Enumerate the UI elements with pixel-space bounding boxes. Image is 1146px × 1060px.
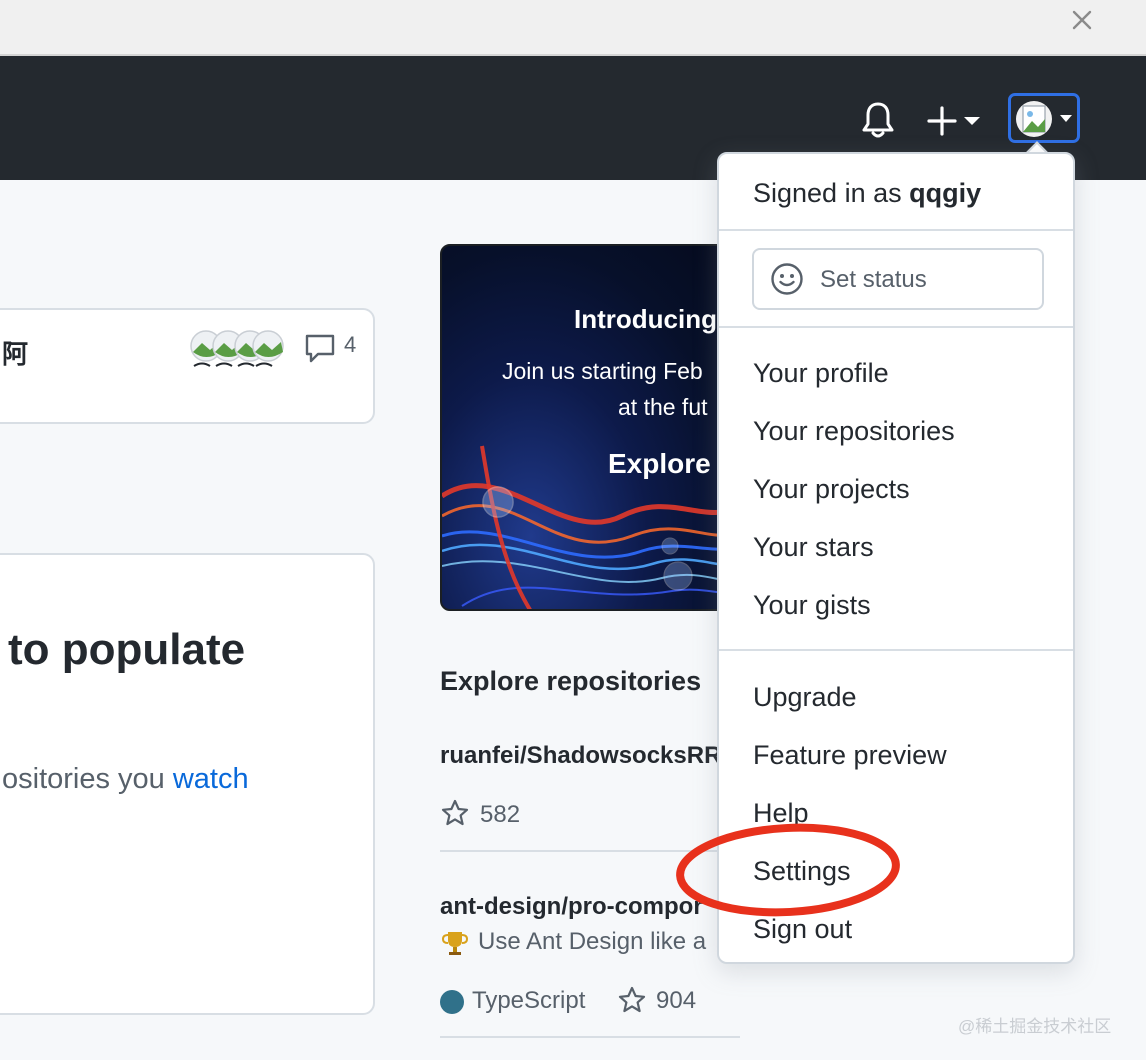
- star-icon[interactable]: [617, 985, 647, 1015]
- feed-card-title[interactable]: 阿: [2, 334, 28, 371]
- feed-empty-card: to populate ositories you watch: [0, 553, 375, 1015]
- smiley-icon: [771, 263, 803, 295]
- comment-count: 4: [344, 332, 357, 357]
- promo-artwork: [442, 445, 738, 609]
- language-color-dot: [440, 990, 464, 1014]
- explore-repositories-heading: Explore repositories: [440, 666, 702, 696]
- menu-item-upgrade[interactable]: Upgrade: [753, 682, 857, 713]
- menu-item-your-stars[interactable]: Your stars: [753, 532, 874, 563]
- bell-icon[interactable]: [860, 100, 896, 140]
- promo-subtitle-line1: Join us starting Feb: [502, 358, 703, 384]
- avatar-placeholder-icon: [1016, 101, 1052, 137]
- avatar-stack: [190, 330, 284, 367]
- star-icon[interactable]: [440, 798, 470, 828]
- empty-feed-heading: to populate: [8, 625, 246, 674]
- repo-name-link[interactable]: ruanfei/ShadowsocksRR: [440, 742, 721, 770]
- promo-cta[interactable]: Explore: [608, 448, 711, 480]
- menu-divider: [719, 229, 1073, 231]
- close-icon[interactable]: [1070, 8, 1094, 32]
- user-menu-button[interactable]: [1008, 93, 1080, 143]
- browser-top-bar: [0, 0, 1146, 56]
- menu-divider: [719, 326, 1073, 328]
- menu-item-your-gists[interactable]: Your gists: [753, 590, 871, 621]
- signed-in-label: Signed in as: [753, 178, 910, 208]
- repo-name-link[interactable]: ant-design/pro-compor: [440, 893, 703, 921]
- promo-title: Introducing: [574, 304, 717, 334]
- set-status-button[interactable]: Set status: [752, 248, 1044, 310]
- watermark: @稀土掘金技术社区: [958, 1017, 1112, 1036]
- highlight-annotation: [676, 823, 900, 917]
- username: qqgiy: [909, 178, 982, 208]
- empty-feed-text: ositories you watch: [2, 763, 249, 796]
- chevron-down-icon: [1060, 115, 1072, 122]
- star-count: 582: [480, 801, 521, 828]
- signed-in-header: Signed in as qqgiy: [753, 178, 981, 209]
- promo-subtitle-line2: at the fut: [618, 394, 708, 420]
- promo-banner[interactable]: Introducing Join us starting Feb at the …: [440, 244, 740, 611]
- star-count: 904: [656, 987, 697, 1014]
- set-status-label: Set status: [820, 266, 927, 293]
- comment-icon: [305, 334, 335, 363]
- feed-card[interactable]: 阿 4: [0, 308, 375, 424]
- divider: [440, 1036, 740, 1038]
- repo-description: Use Ant Design like a: [478, 928, 707, 955]
- plus-icon[interactable]: [926, 104, 982, 138]
- menu-item-feature-preview[interactable]: Feature preview: [753, 740, 947, 771]
- trophy-icon: [441, 932, 469, 955]
- menu-divider: [719, 649, 1073, 651]
- watch-link[interactable]: watch: [173, 763, 249, 795]
- repo-language: TypeScript: [472, 987, 586, 1014]
- menu-item-your-profile[interactable]: Your profile: [753, 358, 889, 389]
- menu-item-your-repositories[interactable]: Your repositories: [753, 416, 955, 447]
- empty-feed-text-prefix: ositories you: [2, 763, 173, 795]
- menu-item-your-projects[interactable]: Your projects: [753, 474, 910, 505]
